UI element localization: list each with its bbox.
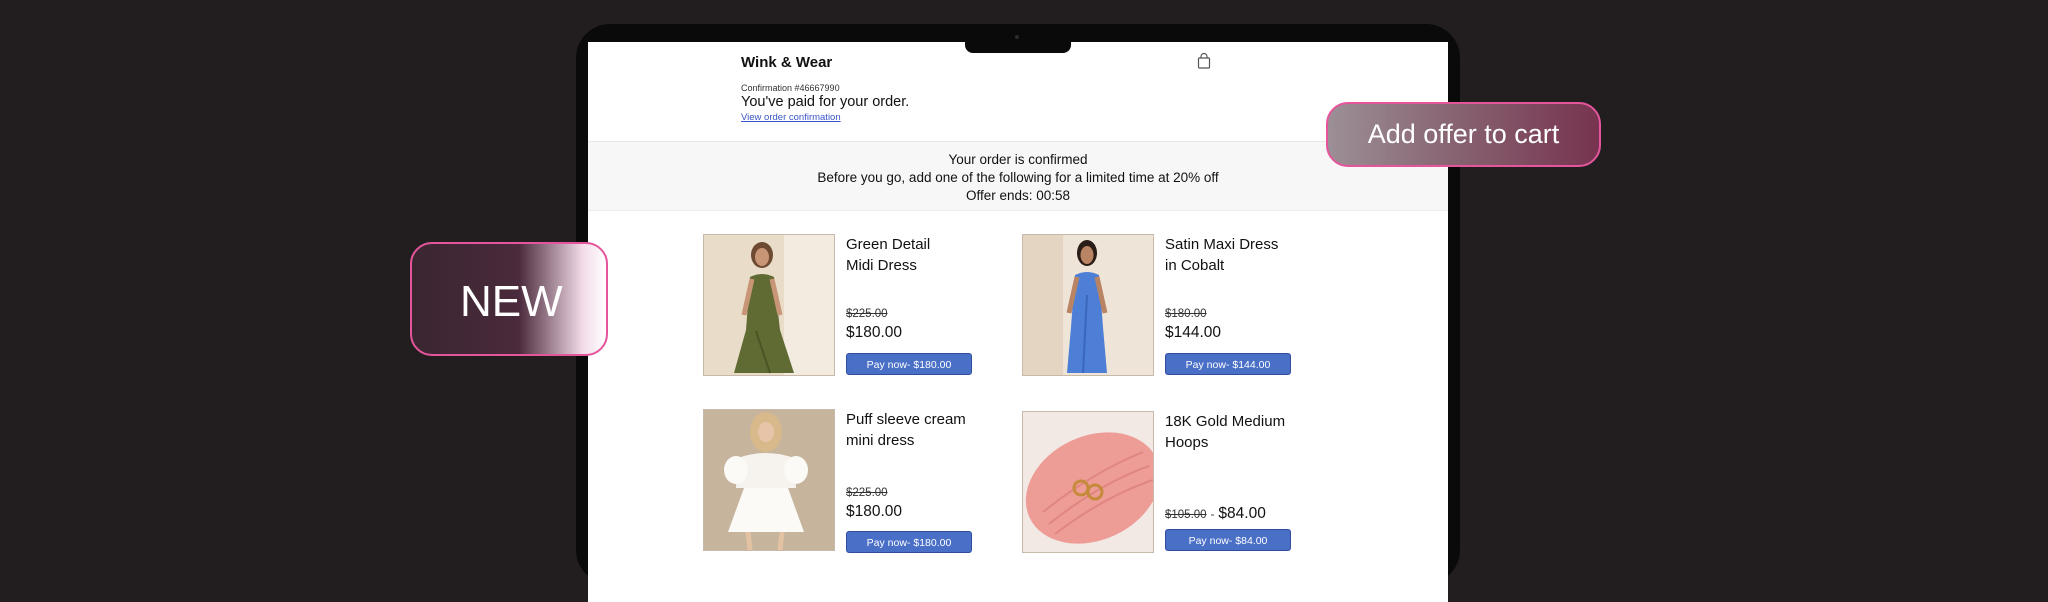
- original-price: $180.00: [1165, 308, 1207, 320]
- product-name-line: in Cobalt: [1165, 257, 1225, 274]
- view-order-confirmation-link[interactable]: View order confirmation: [741, 112, 841, 123]
- product-card: 18K Gold Medium Hoops $105.00- $84.00 Pay…: [1022, 411, 1322, 561]
- add-offer-to-cart-callout[interactable]: Add offer to cart: [1326, 102, 1601, 167]
- product-name-line: Midi Dress: [846, 257, 917, 274]
- product-name-line: Satin Maxi Dress: [1165, 236, 1279, 253]
- discounted-price: $180.00: [846, 324, 903, 341]
- pay-now-button[interactable]: Pay now- $84.00: [1165, 529, 1291, 551]
- product-name-line: Green Detail: [846, 236, 931, 253]
- order-confirmed-text: Your order is confirmed: [948, 152, 1088, 167]
- product-image-gold-hoops[interactable]: [1022, 411, 1154, 553]
- original-price: $225.00: [846, 487, 888, 499]
- discounted-price: $180.00: [846, 503, 903, 520]
- discounted-price: $84.00: [1218, 505, 1266, 522]
- product-card: Green Detail Midi Dress $225.00 $180.00 …: [703, 234, 1003, 384]
- offer-banner: Your order is confirmed Before you go, a…: [588, 141, 1448, 211]
- price-row: $105.00- $84.00: [1165, 505, 1266, 523]
- new-badge-label: NEW: [460, 277, 563, 326]
- product-image-puff-sleeve-dress[interactable]: [703, 409, 835, 551]
- price-separator: -: [1210, 509, 1215, 521]
- shopping-bag-icon[interactable]: [1196, 52, 1212, 70]
- camera-notch: [965, 32, 1071, 53]
- product-name-line: Hoops: [1165, 434, 1209, 451]
- original-price: $225.00: [846, 308, 888, 320]
- camera-icon: [1015, 35, 1019, 39]
- product-image-green-dress[interactable]: [703, 234, 835, 376]
- pay-now-button[interactable]: Pay now- $180.00: [846, 353, 972, 375]
- product-name: 18K Gold Medium Hoops: [1165, 411, 1305, 453]
- product-name-line: 18K Gold Medium: [1165, 413, 1286, 430]
- original-price: $105.00: [1165, 509, 1207, 521]
- laptop-frame: Wink & Wear Confirmation #46667990 You'v…: [576, 24, 1460, 602]
- discounted-price: $144.00: [1165, 324, 1222, 341]
- product-name: Green Detail Midi Dress: [846, 234, 986, 276]
- paid-heading: You've paid for your order.: [741, 94, 910, 110]
- new-badge-callout: NEW: [410, 242, 608, 356]
- confirmation-number: Confirmation #46667990: [741, 83, 840, 93]
- offer-timer: Offer ends: 00:58: [965, 188, 1071, 203]
- offer-description: Before you go, add one of the following …: [817, 170, 1219, 185]
- pay-now-button[interactable]: Pay now- $144.00: [1165, 353, 1291, 375]
- checkout-screen: Wink & Wear Confirmation #46667990 You'v…: [588, 42, 1448, 602]
- product-name-line: mini dress: [846, 432, 915, 449]
- product-name-line: Puff sleeve cream: [846, 411, 966, 428]
- product-card: Satin Maxi Dress in Cobalt $180.00 $144.…: [1022, 234, 1322, 384]
- product-name: Satin Maxi Dress in Cobalt: [1165, 234, 1305, 276]
- pay-now-button[interactable]: Pay now- $180.00: [846, 531, 972, 553]
- product-card: Puff sleeve cream mini dress $225.00 $18…: [703, 409, 1003, 559]
- product-name: Puff sleeve cream mini dress: [846, 409, 986, 451]
- product-image-satin-dress[interactable]: [1022, 234, 1154, 376]
- store-name: Wink & Wear: [741, 54, 833, 71]
